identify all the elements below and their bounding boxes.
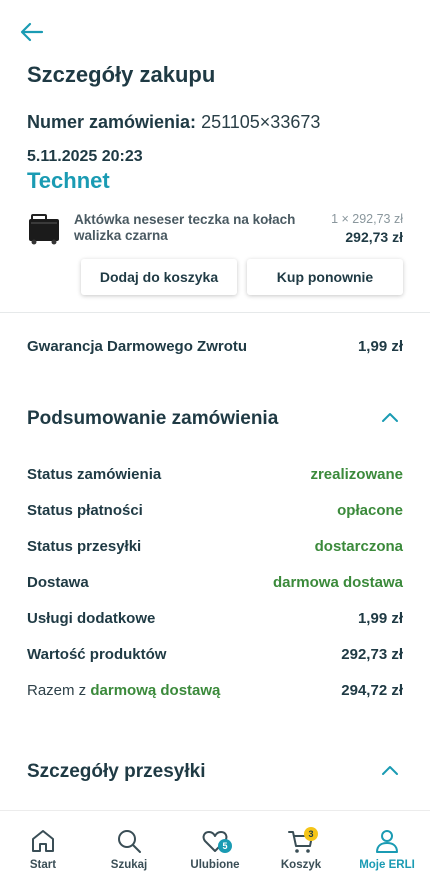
chevron-up-icon[interactable]	[380, 761, 400, 781]
summary-row-shipping-status: Status przesyłki dostarczona	[27, 535, 403, 557]
row-value: 292,73 zł	[341, 645, 403, 663]
bottom-nav: Start Szukaj 5 Ulubione 3 Koszyk Moje ER…	[0, 810, 430, 880]
seller-link[interactable]: Technet	[27, 168, 110, 194]
row-value: zrealizowane	[310, 465, 403, 483]
nav-label: Moje ERLI	[359, 859, 415, 871]
nav-item-favorites[interactable]: 5 Ulubione	[172, 811, 258, 880]
total-label: Razem z darmową dostawą	[27, 682, 220, 699]
order-number: Numer zamówienia: 251105×33673	[27, 112, 320, 133]
total-value: 294,72 zł	[341, 681, 403, 699]
nav-item-my-erli[interactable]: Moje ERLI	[344, 811, 430, 880]
row-label: Wartość produktów	[27, 645, 167, 663]
nav-label: Start	[29, 859, 57, 871]
nav-item-cart[interactable]: 3 Koszyk	[258, 811, 344, 880]
favorites-badge: 5	[218, 839, 232, 853]
page-title: Szczegóły zakupu	[27, 62, 216, 87]
summary-row-extra-services: Usługi dodatkowe 1,99 zł	[27, 607, 403, 629]
row-value: darmowa dostawa	[272, 573, 403, 591]
nav-item-search[interactable]: Szukaj	[86, 811, 172, 880]
user-icon	[376, 830, 398, 853]
row-label: Status zamówienia	[27, 465, 162, 483]
guarantee-label: Gwarancja Darmowego Zwrotu	[27, 337, 248, 355]
shipping-title: Szczegóły przesyłki	[27, 761, 206, 782]
cart-badge: 3	[304, 827, 318, 841]
add-to-cart-button[interactable]: Dodaj do koszyka	[81, 259, 237, 295]
back-button[interactable]	[18, 18, 46, 46]
nav-label: Szukaj	[110, 859, 148, 871]
product-item[interactable]: Aktówka neseser teczka na kołach walizka…	[27, 208, 405, 252]
summary-row-total: Razem z darmową dostawą 294,72 zł	[27, 679, 403, 701]
row-label: Dostawa	[27, 573, 89, 591]
chevron-up-icon[interactable]	[380, 408, 400, 428]
summary-row-products-value: Wartość produktów 292,73 zł	[27, 643, 403, 665]
order-date: 5.11.2025 20:23	[27, 148, 143, 165]
row-value: dostarczona	[314, 537, 403, 555]
row-value: opłacone	[337, 501, 403, 519]
row-value: 1,99 zł	[357, 609, 403, 627]
buy-again-button[interactable]: Kup ponownie	[247, 259, 403, 295]
order-number-value: 251105×33673	[201, 112, 321, 132]
row-label: Status przesyłki	[27, 537, 142, 555]
summary-row-delivery: Dostawa darmowa dostawa	[27, 571, 403, 593]
nav-label: Koszyk	[280, 859, 322, 871]
product-name: Aktówka neseser teczka na kołach walizka…	[74, 212, 296, 243]
nav-label: Ulubione	[190, 859, 240, 871]
divider	[0, 312, 430, 313]
search-icon	[118, 830, 141, 853]
nav-item-start[interactable]: Start	[0, 811, 86, 880]
arrow-left-icon	[20, 22, 44, 42]
row-label: Usługi dodatkowe	[27, 609, 156, 627]
product-image	[29, 214, 59, 245]
guarantee-row: Gwarancja Darmowego Zwrotu 1,99 zł	[27, 335, 403, 357]
guarantee-value: 1,99 zł	[357, 337, 403, 355]
home-icon	[32, 830, 54, 852]
summary-title: Podsumowanie zamówienia	[27, 408, 279, 429]
total-prefix: Razem z	[27, 681, 87, 699]
row-label: Status płatności	[27, 501, 143, 519]
summary-row-payment-status: Status płatności opłacone	[27, 499, 403, 521]
total-highlight: darmową dostawą	[90, 681, 221, 699]
order-number-label: Numer zamówienia:	[27, 112, 197, 132]
product-total: 292,73 zł	[345, 229, 403, 245]
summary-row-order-status: Status zamówienia zrealizowane	[27, 463, 403, 485]
product-quantity-price: 1 × 292,73 zł	[331, 212, 403, 226]
